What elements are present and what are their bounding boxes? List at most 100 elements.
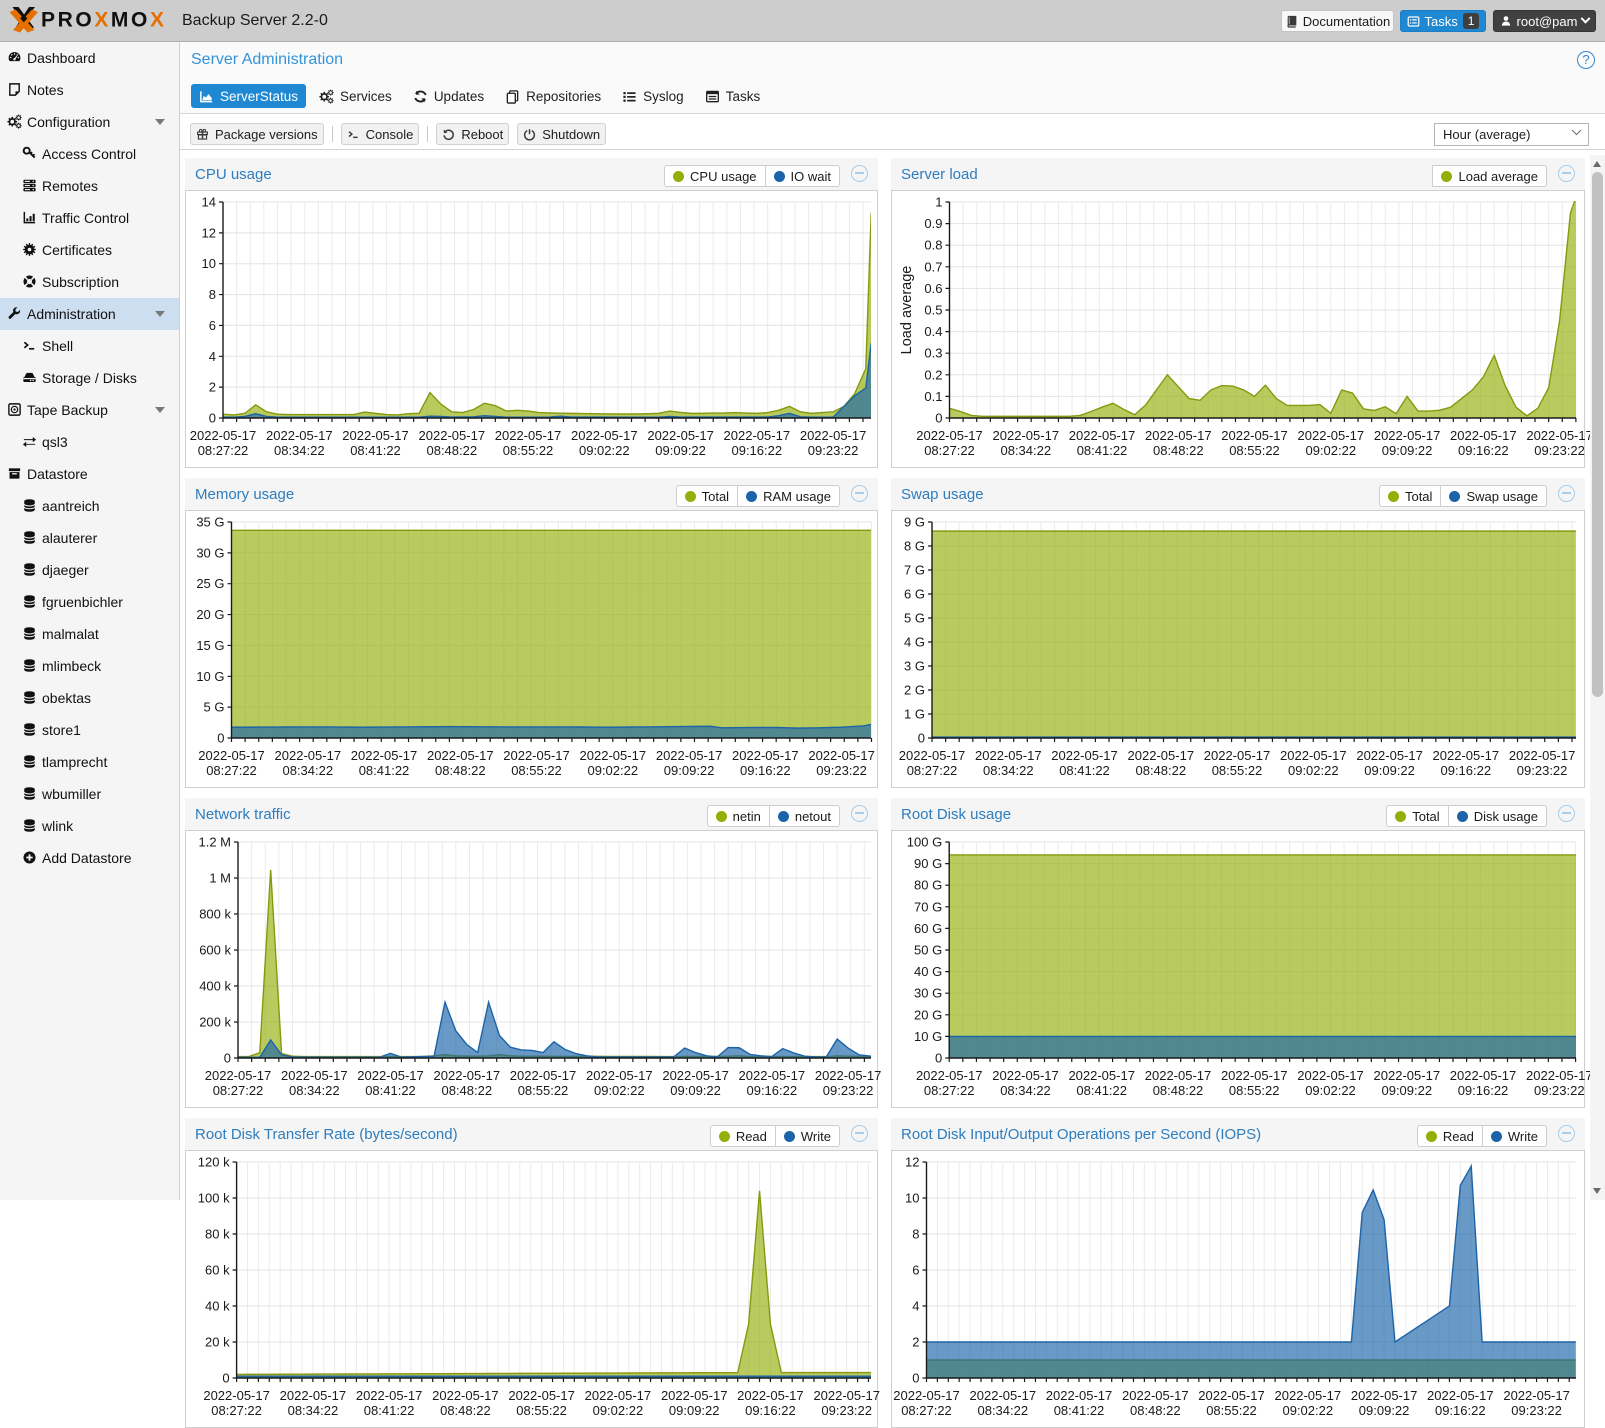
svg-text:80 k: 80 k (205, 1227, 230, 1242)
svg-text:09:23:22: 09:23:22 (823, 1083, 874, 1098)
svg-text:09:02:22: 09:02:22 (579, 443, 630, 458)
svg-text:2022-05-17: 2022-05-17 (975, 748, 1042, 763)
svg-text:3 G: 3 G (904, 659, 925, 674)
svg-text:08:48:22: 08:48:22 (1153, 443, 1204, 458)
svg-text:2022-05-17: 2022-05-17 (508, 1388, 574, 1403)
svg-text:2022-05-17: 2022-05-17 (1069, 428, 1136, 443)
svg-text:2022-05-17: 2022-05-17 (1297, 1068, 1364, 1083)
svg-text:08:27:22: 08:27:22 (924, 1083, 975, 1098)
svg-text:5 G: 5 G (904, 611, 925, 626)
svg-text:08:55:22: 08:55:22 (511, 763, 562, 778)
svg-text:6 G: 6 G (904, 587, 925, 602)
svg-text:0.2: 0.2 (924, 367, 942, 382)
svg-text:90 G: 90 G (914, 856, 942, 871)
svg-text:35 G: 35 G (196, 515, 224, 530)
svg-text:08:41:22: 08:41:22 (359, 763, 410, 778)
svg-text:120 k: 120 k (198, 1155, 230, 1170)
svg-text:2022-05-17: 2022-05-17 (427, 748, 494, 763)
svg-text:09:23:22: 09:23:22 (808, 443, 859, 458)
svg-text:08:41:22: 08:41:22 (1054, 1403, 1105, 1418)
svg-text:0.5: 0.5 (924, 303, 942, 318)
svg-text:2022-05-17: 2022-05-17 (266, 428, 333, 443)
svg-text:2022-05-17: 2022-05-17 (1450, 1068, 1517, 1083)
svg-text:0.4: 0.4 (924, 324, 942, 339)
svg-text:2022-05-17: 2022-05-17 (281, 1068, 348, 1083)
svg-text:50 G: 50 G (914, 943, 942, 958)
svg-text:100 k: 100 k (198, 1191, 230, 1206)
svg-text:08:55:22: 08:55:22 (1206, 1403, 1257, 1418)
svg-text:2022-05-17: 2022-05-17 (1221, 428, 1288, 443)
svg-text:PROXMOX: PROXMOX (41, 9, 167, 32)
svg-text:2022-05-17: 2022-05-17 (1145, 428, 1212, 443)
svg-text:08:34:22: 08:34:22 (983, 763, 1034, 778)
svg-text:2022-05-17: 2022-05-17 (571, 428, 638, 443)
svg-text:2 G: 2 G (904, 683, 925, 698)
svg-text:08:34:22: 08:34:22 (289, 1083, 340, 1098)
svg-text:2022-05-17: 2022-05-17 (1046, 1388, 1113, 1403)
svg-text:09:02:22: 09:02:22 (587, 763, 638, 778)
svg-text:2: 2 (209, 380, 216, 395)
svg-text:1: 1 (935, 195, 942, 210)
svg-text:09:23:22: 09:23:22 (821, 1403, 872, 1418)
svg-text:0.7: 0.7 (924, 259, 942, 274)
svg-text:08:27:22: 08:27:22 (198, 443, 249, 458)
svg-text:2022-05-17: 2022-05-17 (1374, 428, 1441, 443)
svg-text:08:55:22: 08:55:22 (503, 443, 554, 458)
svg-text:2022-05-17: 2022-05-17 (1280, 748, 1347, 763)
svg-text:7 G: 7 G (904, 563, 925, 578)
svg-text:0: 0 (935, 1051, 942, 1066)
svg-text:2022-05-17: 2022-05-17 (647, 428, 714, 443)
svg-text:09:23:22: 09:23:22 (1517, 763, 1568, 778)
svg-text:2: 2 (912, 1335, 919, 1350)
svg-text:2022-05-17: 2022-05-17 (732, 748, 799, 763)
svg-text:25 G: 25 G (196, 576, 224, 591)
svg-text:2022-05-17: 2022-05-17 (503, 748, 570, 763)
svg-text:09:02:22: 09:02:22 (1305, 443, 1356, 458)
svg-text:09:16:22: 09:16:22 (746, 1083, 797, 1098)
svg-text:09:16:22: 09:16:22 (740, 763, 791, 778)
svg-text:200 k: 200 k (199, 1015, 231, 1030)
svg-text:2022-05-17: 2022-05-17 (656, 748, 723, 763)
svg-text:08:41:22: 08:41:22 (350, 443, 401, 458)
svg-text:6: 6 (209, 318, 216, 333)
svg-text:2022-05-17: 2022-05-17 (662, 1068, 729, 1083)
svg-text:08:27:22: 08:27:22 (213, 1083, 264, 1098)
svg-text:08:55:22: 08:55:22 (1229, 443, 1280, 458)
svg-text:10 G: 10 G (196, 669, 224, 684)
svg-text:09:23:22: 09:23:22 (1534, 1083, 1585, 1098)
svg-text:0: 0 (935, 411, 942, 426)
svg-text:2022-05-17: 2022-05-17 (434, 1068, 501, 1083)
svg-text:09:23:22: 09:23:22 (1511, 1403, 1562, 1418)
svg-text:8 G: 8 G (904, 539, 925, 554)
svg-text:2022-05-17: 2022-05-17 (661, 1388, 728, 1403)
svg-text:2022-05-17: 2022-05-17 (342, 428, 409, 443)
svg-text:0.9: 0.9 (924, 216, 942, 231)
svg-text:2022-05-17: 2022-05-17 (585, 1388, 652, 1403)
svg-text:08:48:22: 08:48:22 (1153, 1083, 1204, 1098)
svg-text:08:27:22: 08:27:22 (206, 763, 257, 778)
svg-text:0: 0 (224, 1051, 231, 1066)
svg-text:2022-05-17: 2022-05-17 (737, 1388, 804, 1403)
svg-text:08:41:22: 08:41:22 (1076, 1083, 1127, 1098)
svg-text:10: 10 (905, 1191, 919, 1206)
svg-text:2022-05-17: 2022-05-17 (1221, 1068, 1288, 1083)
svg-text:2022-05-17: 2022-05-17 (1145, 1068, 1212, 1083)
svg-text:09:09:22: 09:09:22 (1359, 1403, 1410, 1418)
svg-text:8: 8 (209, 287, 216, 302)
svg-text:2022-05-17: 2022-05-17 (1503, 1388, 1570, 1403)
svg-text:09:23:22: 09:23:22 (1534, 443, 1585, 458)
svg-text:2022-05-17: 2022-05-17 (1051, 748, 1118, 763)
svg-text:2022-05-17: 2022-05-17 (432, 1388, 499, 1403)
svg-text:2022-05-17: 2022-05-17 (916, 428, 983, 443)
svg-text:09:16:22: 09:16:22 (1440, 763, 1491, 778)
svg-text:09:16:22: 09:16:22 (731, 443, 782, 458)
svg-text:600 k: 600 k (199, 943, 231, 958)
svg-text:2022-05-17: 2022-05-17 (275, 748, 342, 763)
svg-text:2022-05-17: 2022-05-17 (1356, 748, 1423, 763)
svg-text:6: 6 (912, 1263, 919, 1278)
svg-text:09:02:22: 09:02:22 (1305, 1083, 1356, 1098)
svg-text:2022-05-17: 2022-05-17 (1128, 748, 1195, 763)
svg-text:2022-05-17: 2022-05-17 (916, 1068, 983, 1083)
svg-text:09:16:22: 09:16:22 (1458, 443, 1509, 458)
svg-text:20 G: 20 G (914, 1007, 942, 1022)
